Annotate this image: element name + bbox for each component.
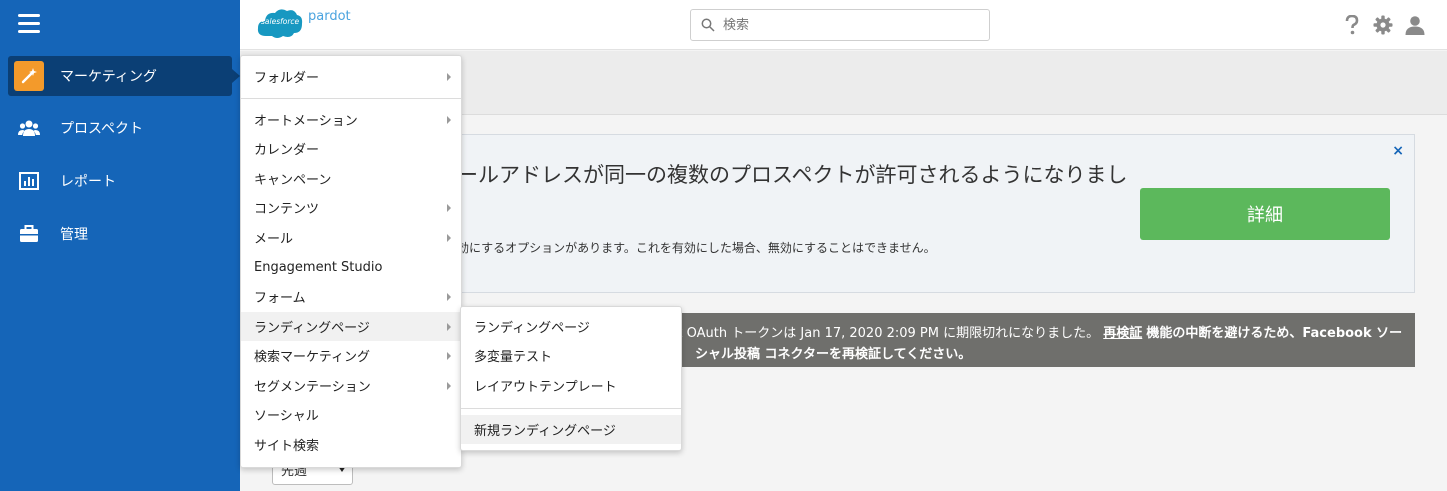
- menu-item-label: 新規ランディングページ: [474, 424, 616, 439]
- chevron-right-icon: [447, 323, 451, 331]
- salesforce-cloud-logo: salesforce: [256, 6, 304, 40]
- menu-item-label: ランディングページ: [474, 321, 590, 336]
- sidebar-item-admin[interactable]: 管理: [8, 214, 232, 254]
- menu-item-landing-pages[interactable]: ランディングページ: [241, 312, 461, 341]
- user-profile-icon[interactable]: [1403, 13, 1427, 37]
- chevron-right-icon: [447, 73, 451, 81]
- submenu-item-new-landing-page[interactable]: 新規ランディングページ: [461, 415, 681, 444]
- chevron-right-icon: [447, 116, 451, 124]
- close-icon[interactable]: ×: [1392, 143, 1404, 159]
- landing-pages-submenu: ランディングページ 多変量テスト レイアウトテンプレート 新規ランディングページ: [460, 306, 682, 451]
- warning-line-1: k OAuth トークンは Jan 17, 2020 2:09 PM に期限切れ…: [675, 322, 1402, 341]
- sidebar-item-label: レポート: [60, 174, 116, 190]
- menu-item-label: カレンダー: [254, 143, 320, 158]
- details-button[interactable]: 詳細: [1140, 188, 1390, 240]
- menu-divider: [241, 98, 461, 99]
- help-icon[interactable]: [1340, 13, 1364, 37]
- sidebar-item-label: プロスペクト: [60, 121, 144, 137]
- logo-pardot-text: pardot: [308, 8, 351, 24]
- pardot-logo[interactable]: salesforce pardot: [256, 4, 351, 42]
- menu-item-forms[interactable]: フォーム: [241, 282, 461, 311]
- search-field[interactable]: [690, 9, 990, 41]
- menu-item-campaigns[interactable]: キャンペーン: [241, 164, 461, 193]
- menu-item-calendar[interactable]: カレンダー: [241, 134, 461, 163]
- menu-item-engagement-studio[interactable]: Engagement Studio: [241, 253, 461, 282]
- menu-item-content[interactable]: コンテンツ: [241, 193, 461, 222]
- sidebar: マーケティング プロスペクト レポート 管理: [0, 0, 240, 491]
- top-header: salesforce pardot: [240, 0, 1447, 50]
- menu-item-site-search[interactable]: サイト検索: [241, 430, 461, 459]
- menu-item-segmentation[interactable]: セグメンテーション: [241, 371, 461, 400]
- announcement-title: ールアドレスが同一の複数のプロスペクトが許可されるようになりまし: [457, 163, 1128, 187]
- menu-item-social[interactable]: ソーシャル: [241, 400, 461, 429]
- menu-item-label: 多変量テスト: [474, 350, 553, 365]
- menu-item-label: セグメンテーション: [254, 380, 371, 395]
- menu-item-label: サイト検索: [254, 439, 320, 454]
- warning-text-bold: シャル投稿 コネクターを再検証してください。: [695, 347, 972, 362]
- sidebar-item-prospects[interactable]: プロスペクト: [8, 108, 232, 148]
- menu-item-label: レイアウトテンプレート: [474, 380, 617, 395]
- sidebar-item-label: 管理: [60, 227, 88, 243]
- warning-text-bold: 機能の中断を避けるため、Facebook ソー: [1146, 326, 1403, 341]
- menu-item-automation[interactable]: オートメーション: [241, 105, 461, 134]
- menu-item-label: Engagement Studio: [254, 260, 383, 275]
- gear-icon[interactable]: [1371, 13, 1395, 37]
- menu-item-folders[interactable]: フォルダー: [241, 62, 461, 91]
- menu-item-label: オートメーション: [254, 114, 358, 129]
- chevron-right-icon: [447, 352, 451, 360]
- chevron-right-icon: [447, 293, 451, 301]
- menu-item-label: フォルダー: [254, 71, 320, 86]
- chevron-right-icon: [447, 234, 451, 242]
- menu-item-search-marketing[interactable]: 検索マーケティング: [241, 341, 461, 370]
- menu-item-email[interactable]: メール: [241, 223, 461, 252]
- menu-item-label: ソーシャル: [254, 409, 319, 424]
- warning-line-2: シャル投稿 コネクターを再検証してください。: [695, 343, 971, 362]
- menu-item-label: キャンペーン: [254, 173, 332, 188]
- sidebar-item-marketing[interactable]: マーケティング: [8, 56, 240, 96]
- briefcase-icon: [14, 219, 44, 249]
- search-icon: [701, 18, 715, 32]
- menu-item-label: コンテンツ: [254, 202, 320, 217]
- announcement-body: 効にするオプションがあります。これを有効にした場合、無効にすることはできません。: [457, 241, 936, 255]
- sidebar-item-reports[interactable]: レポート: [8, 161, 232, 201]
- warning-text: k OAuth トークンは Jan 17, 2020 2:09 PM に期限切れ…: [675, 326, 1100, 341]
- sidebar-item-label: マーケティング: [60, 69, 157, 85]
- marketing-menu: フォルダー オートメーション カレンダー キャンペーン コンテンツ メール En…: [240, 55, 462, 468]
- menu-divider: [461, 408, 681, 409]
- search-input[interactable]: [721, 16, 971, 34]
- menu-item-label: フォーム: [254, 291, 306, 306]
- chevron-right-icon: [447, 204, 451, 212]
- submenu-item-layout-templates[interactable]: レイアウトテンプレート: [461, 371, 681, 400]
- submenu-item-multivariate-tests[interactable]: 多変量テスト: [461, 341, 681, 370]
- submenu-item-landing-pages[interactable]: ランディングページ: [461, 312, 681, 341]
- menu-item-label: ランディングページ: [254, 321, 370, 336]
- chevron-right-icon: [447, 382, 451, 390]
- bar-chart-icon: [14, 166, 44, 196]
- users-icon: [14, 113, 44, 143]
- revalidate-link[interactable]: 再検証: [1103, 326, 1142, 341]
- menu-item-label: メール: [254, 232, 294, 247]
- logo-text: salesforce: [261, 17, 300, 26]
- magic-wand-icon: [14, 61, 44, 91]
- menu-item-label: 検索マーケティング: [254, 350, 370, 365]
- hamburger-menu-icon[interactable]: [18, 14, 40, 34]
